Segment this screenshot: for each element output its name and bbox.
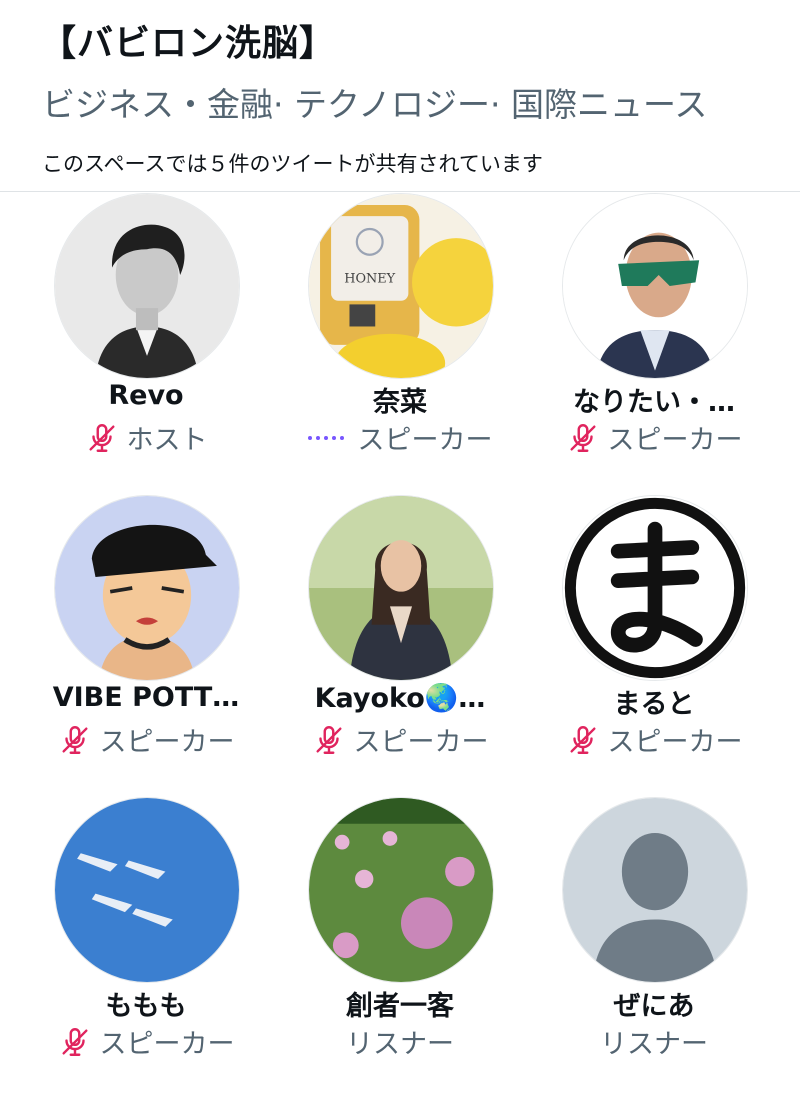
participant-card[interactable]: まると スピーカー — [527, 494, 781, 794]
participant-role-row: ホスト — [19, 418, 273, 457]
avatar[interactable] — [54, 193, 240, 379]
participant-role-row: スピーカー — [273, 418, 527, 457]
participant-role-row: リスナー — [527, 1022, 781, 1061]
speaking-dots-icon — [307, 421, 344, 455]
participant-name: まると — [613, 689, 695, 720]
participant-role: スピーカー — [607, 727, 743, 758]
muted-mic-icon — [85, 421, 119, 455]
participant-role: スピーカー — [99, 1029, 235, 1060]
avatar[interactable] — [562, 797, 748, 983]
participant-card[interactable]: なりたい・… スピーカー — [527, 192, 781, 492]
participant-role: リスナー — [600, 1029, 708, 1060]
participant-role: スピーカー — [357, 425, 493, 456]
svg-text:HONEY: HONEY — [344, 271, 395, 286]
participant-name: 創者一客 — [346, 991, 454, 1022]
participant-role-row: スピーカー — [19, 720, 273, 759]
muted-mic-icon — [566, 421, 600, 455]
space-title: 【バビロン洗脳】 — [40, 23, 337, 64]
participant-name: Kayoko🌏… — [314, 683, 486, 714]
muted-mic-icon — [58, 1025, 92, 1059]
muted-mic-icon — [58, 723, 92, 757]
participant-role-row: スピーカー — [527, 418, 781, 457]
participant-role: スピーカー — [607, 425, 743, 456]
participant-role-row: リスナー — [273, 1022, 527, 1061]
participant-name: 奈菜 — [373, 387, 427, 418]
avatar[interactable] — [562, 193, 748, 379]
participant-role: スピーカー — [99, 727, 235, 758]
participant-role-row: スピーカー — [527, 720, 781, 759]
avatar[interactable] — [54, 797, 240, 983]
avatar[interactable] — [308, 495, 494, 681]
avatar[interactable] — [308, 797, 494, 983]
avatar[interactable]: HONEY — [308, 193, 494, 379]
space-header: 【バビロン洗脳】 ビジネス・金融· テクノロジー· 国際ニュース このスペースで… — [0, 0, 800, 192]
participant-card[interactable]: HONEY 奈菜 スピーカー — [273, 192, 527, 492]
participant-role-row: スピーカー — [273, 720, 527, 759]
participant-role: スピーカー — [353, 727, 489, 758]
avatar[interactable] — [54, 495, 240, 681]
participant-name: ぜにあ — [613, 991, 695, 1022]
participant-card[interactable]: ぜにあ リスナー — [527, 796, 781, 1096]
participant-name: ももも — [105, 991, 187, 1022]
muted-mic-icon — [312, 723, 346, 757]
participant-name: Revo — [108, 380, 184, 411]
participant-role-row: スピーカー — [19, 1022, 273, 1061]
shared-tweets-note[interactable]: このスペースでは５件のツイートが共有されています — [42, 148, 543, 178]
avatar[interactable] — [562, 495, 748, 681]
participant-name: VIBE POTT… — [52, 682, 240, 713]
participant-name: なりたい・… — [573, 387, 735, 418]
muted-mic-icon — [566, 723, 600, 757]
participant-card[interactable]: Kayoko🌏… スピーカー — [273, 494, 527, 794]
participant-role: ホスト — [126, 425, 208, 456]
participant-card[interactable]: 創者一客 リスナー — [273, 796, 527, 1096]
participant-card[interactable]: ももも スピーカー — [19, 796, 273, 1096]
space-topics: ビジネス・金融· テクノロジー· 国際ニュース — [42, 85, 708, 124]
participant-card[interactable]: Revo ホスト — [19, 192, 273, 492]
participant-card[interactable]: VIBE POTT… スピーカー — [19, 494, 273, 794]
participant-role: リスナー — [346, 1029, 454, 1060]
